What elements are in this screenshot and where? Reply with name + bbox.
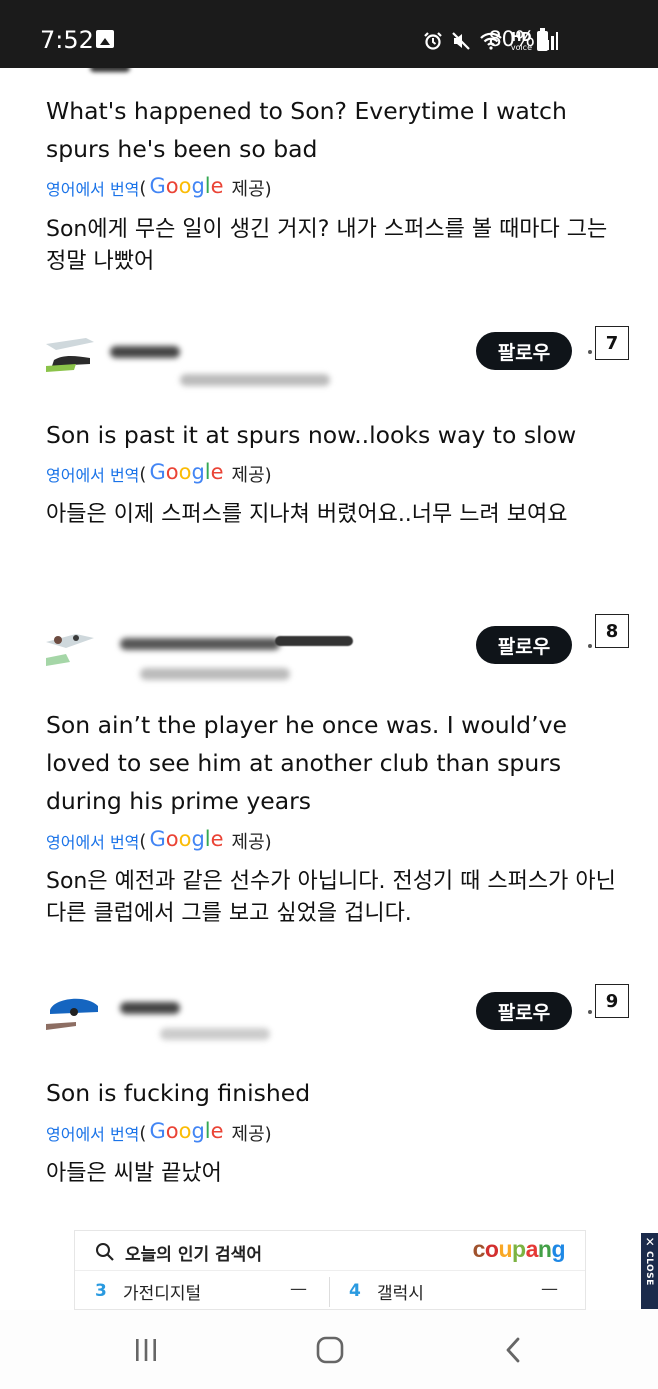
ad-trend: — (541, 1279, 558, 1299)
follow-button[interactable]: 팔로우 (476, 626, 572, 664)
ad-item-2[interactable]: 4 갤럭시 (349, 1271, 424, 1311)
ad-title: 오늘의 인기 검색어 (125, 1245, 262, 1265)
close-icon: ✕ (645, 1235, 656, 1249)
translated-text: Son에게 무슨 일이 생긴 거지? 내가 스퍼스를 볼 때마다 그는 정말 나… (46, 217, 608, 274)
blurred-username (120, 638, 280, 650)
image-icon (96, 30, 114, 48)
translate-link[interactable]: 영어에서 번역 (46, 829, 139, 853)
translation-attribution: 영어에서 번역 ( Google 제공) (46, 827, 272, 854)
comment-1: What's happened to Son? Everytime I watc… (0, 68, 658, 298)
alarm-icon (423, 31, 443, 51)
translation-attribution: 영어에서 번역 ( Google 제공) (46, 1119, 272, 1146)
comment-2: 팔로우 7 Son is past it at spurs now..looks… (0, 324, 658, 624)
avatar[interactable] (46, 624, 98, 666)
comment-text: What's happened to Son? Everytime I watc… (46, 97, 567, 163)
google-logo: Google (149, 1119, 224, 1143)
provided-label: 제공) (231, 832, 272, 853)
translation-attribution: 영어에서 번역 ( Google 제공) (46, 174, 272, 201)
home-icon[interactable] (310, 1334, 350, 1366)
ad-label: 가전디지털 (123, 1283, 202, 1304)
avatar[interactable] (46, 990, 98, 1032)
ad-close-button[interactable]: ✕ CLOSE (641, 1233, 658, 1309)
follow-button[interactable]: 팔로우 (476, 332, 572, 370)
mute-icon (451, 31, 471, 51)
status-bar: 7:52 HD voice 80% (0, 0, 658, 68)
blurred-handle (180, 374, 330, 386)
more-dot[interactable] (588, 644, 592, 648)
translate-link[interactable]: 영어에서 번역 (46, 1121, 139, 1145)
number-badge: 8 (595, 614, 629, 648)
translated-text: 아들은 씨발 끝났어 (46, 1161, 222, 1186)
translate-link[interactable]: 영어에서 번역 (46, 176, 139, 200)
google-logo: Google (149, 827, 224, 851)
translate-link[interactable]: 영어에서 번역 (46, 462, 139, 486)
comment-text: Son is past it at spurs now..looks way t… (46, 421, 577, 449)
provided-label: 제공) (231, 179, 272, 200)
avatar[interactable] (46, 330, 98, 372)
blurred-handle (140, 668, 290, 680)
ad-banner[interactable]: 오늘의 인기 검색어 coupang 3 가전디지털 — 4 갤럭시 — (74, 1230, 586, 1310)
follow-button[interactable]: 팔로우 (476, 992, 572, 1030)
translation-attribution: 영어에서 번역 ( Google 제공) (46, 460, 272, 487)
translated-text: 아들은 이제 스퍼스를 지나쳐 버렸어요..너무 느려 보여요 (46, 502, 568, 527)
ad-header: 오늘의 인기 검색어 coupang (75, 1231, 585, 1271)
open-paren: ( (139, 463, 147, 485)
more-dot[interactable] (588, 350, 592, 354)
status-time: 7:52 (40, 26, 94, 54)
navigation-bar (0, 1310, 658, 1389)
blurred-username (110, 346, 180, 358)
blurred-username (120, 1002, 180, 1014)
ad-rank: 4 (349, 1281, 361, 1301)
avatar-fragment (90, 68, 130, 72)
close-label: CLOSE (644, 1251, 654, 1286)
open-paren: ( (139, 177, 147, 199)
ad-item-1[interactable]: 3 가전디지털 (95, 1271, 201, 1311)
comment-text: Son is fucking finished (46, 1079, 311, 1107)
comment-text: Son ain’t the player he once was. I woul… (46, 711, 567, 815)
number-badge: 7 (595, 326, 629, 360)
google-logo: Google (149, 460, 224, 484)
ad-label: 갤럭시 (377, 1283, 424, 1304)
back-icon[interactable] (494, 1334, 534, 1366)
recent-apps-icon[interactable] (126, 1334, 166, 1366)
ad-divider (329, 1277, 330, 1307)
provided-label: 제공) (231, 465, 272, 486)
provided-label: 제공) (231, 1124, 272, 1145)
open-paren: ( (139, 1122, 147, 1144)
comment-3: 팔로우 8 Son ain’t the player he once was. … (0, 614, 658, 956)
translated-text: Son은 예전과 같은 선수가 아닙니다. 전성기 때 스퍼스가 아닌 다른 클… (46, 869, 616, 926)
google-logo: Google (149, 174, 224, 198)
comment-feed[interactable]: What's happened to Son? Everytime I watc… (0, 68, 658, 1230)
username-fragment (275, 628, 355, 657)
open-paren: ( (139, 830, 147, 852)
ad-rank: 3 (95, 1281, 107, 1301)
comment-4: 팔로우 9 Son is fucking finished 영어에서 번역 ( … (0, 984, 658, 1230)
ad-trend: — (290, 1279, 307, 1299)
number-badge: 9 (595, 984, 629, 1018)
coupang-logo[interactable]: coupang (473, 1236, 566, 1263)
more-dot[interactable] (588, 1010, 592, 1014)
battery-percent: 80% (488, 27, 535, 51)
search-icon (95, 1242, 115, 1266)
blurred-handle (160, 1028, 270, 1040)
battery-icon (537, 28, 548, 51)
